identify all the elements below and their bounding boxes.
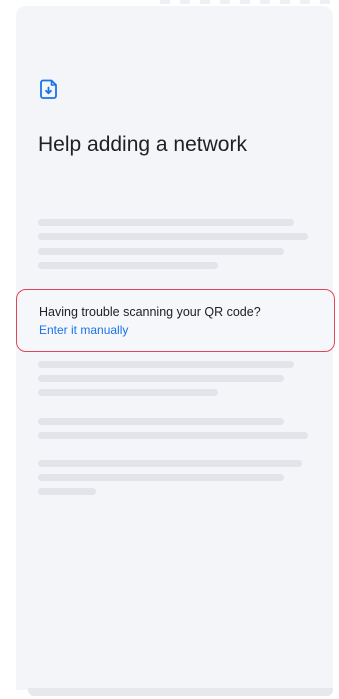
qr-help-callout: Having trouble scanning your QR code? En… xyxy=(16,289,335,352)
placeholder-line xyxy=(38,432,308,439)
placeholder-line xyxy=(38,460,302,467)
placeholder-line xyxy=(38,248,284,255)
placeholder-line xyxy=(38,262,218,269)
placeholder-line xyxy=(38,375,284,382)
placeholder-line xyxy=(38,219,294,226)
placeholder-line xyxy=(38,233,308,240)
placeholder-line xyxy=(38,488,96,495)
placeholder-line xyxy=(38,389,218,396)
placeholder-line xyxy=(38,474,284,481)
file-download-icon xyxy=(40,79,57,99)
frame-edge-decoration xyxy=(160,0,335,4)
placeholder-line xyxy=(38,418,284,425)
qr-trouble-text: Having trouble scanning your QR code? xyxy=(39,305,261,319)
screen-frame: Help adding a network Having trouble sca… xyxy=(0,0,339,699)
enter-manually-link[interactable]: Enter it manually xyxy=(39,323,128,337)
placeholder-line xyxy=(38,361,294,368)
page-title: Help adding a network xyxy=(38,133,247,156)
card-shadow xyxy=(28,688,333,696)
